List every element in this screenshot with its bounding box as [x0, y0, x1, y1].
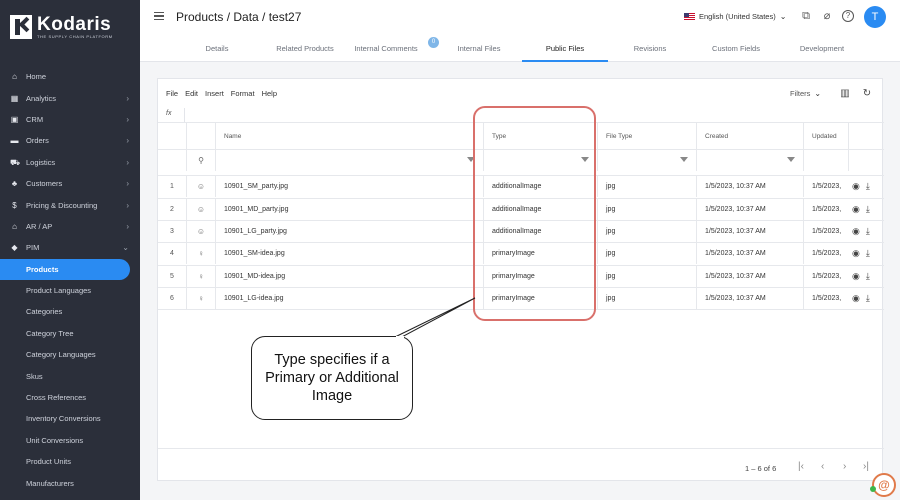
chat-support-icon[interactable]: @: [872, 473, 896, 497]
online-status-dot: [870, 486, 876, 492]
callout-pointer-cover: [396, 336, 404, 338]
